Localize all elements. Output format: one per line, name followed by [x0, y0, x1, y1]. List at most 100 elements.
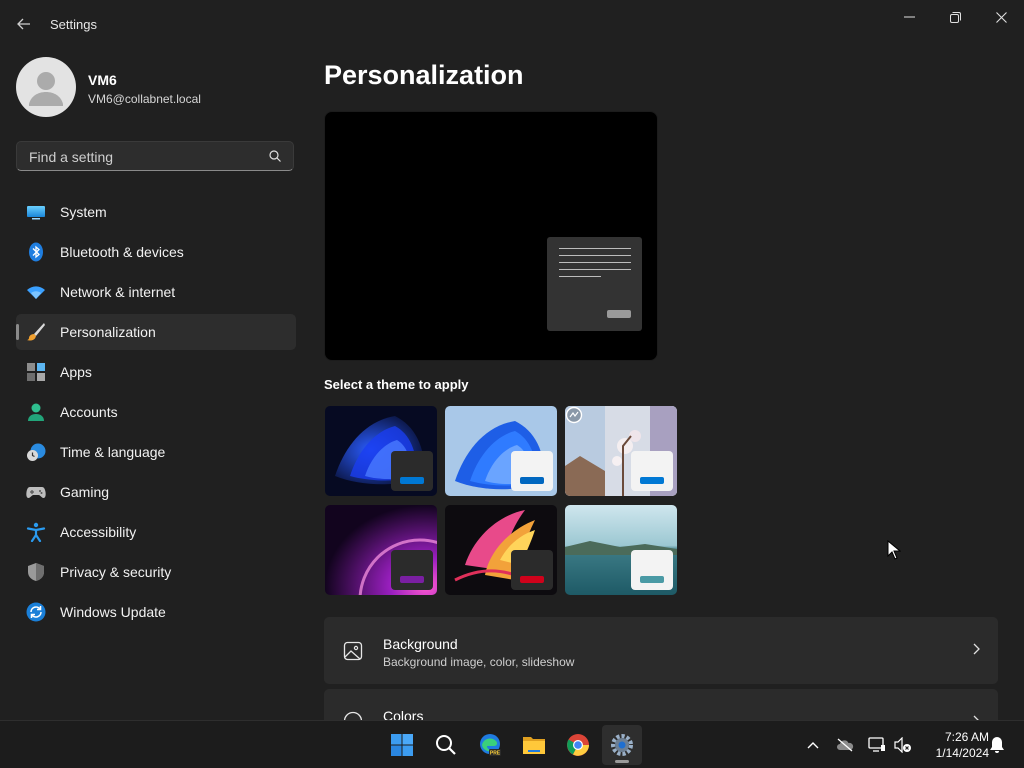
theme-spotlight[interactable]: [565, 406, 677, 496]
sidebar-item-label: Network & internet: [60, 284, 176, 300]
system-icon: [27, 206, 45, 220]
chevron-right-icon: [973, 643, 980, 655]
close-button[interactable]: [978, 4, 1024, 30]
volume-muted-icon: [894, 737, 911, 753]
volume-tray-button[interactable]: [893, 735, 913, 755]
search-icon: [269, 150, 281, 162]
sidebar-item-gaming[interactable]: Gaming: [16, 474, 296, 510]
user-email: VM6@collabnet.local: [88, 92, 201, 106]
taskbar-clock[interactable]: 7:26 AM 1/14/2024: [917, 729, 989, 761]
show-hidden-icons-button[interactable]: [803, 735, 823, 755]
close-icon: [995, 11, 1007, 23]
search-icon: [436, 735, 456, 755]
chrome-button[interactable]: [558, 725, 598, 765]
restore-button[interactable]: [932, 4, 978, 30]
onedrive-offline-icon: [837, 738, 854, 752]
preview-line: [559, 248, 631, 249]
sidebar-item-label: Gaming: [60, 484, 110, 500]
sidebar-item-network[interactable]: Network & internet: [16, 274, 296, 310]
sidebar-item-label: Time & language: [60, 444, 166, 460]
sidebar-item-accessibility[interactable]: Accessibility: [16, 514, 296, 550]
sidebar-item-label: System: [60, 204, 107, 220]
accent-swatch: [400, 477, 424, 484]
bluetooth-icon: [29, 242, 43, 262]
settings-taskbar-button[interactable]: [602, 725, 642, 765]
sidebar-item-privacy-security[interactable]: Privacy & security: [16, 554, 296, 590]
sidebar-item-label: Accounts: [60, 404, 118, 420]
accent-swatch: [640, 477, 664, 484]
minimize-icon: [903, 16, 915, 18]
sidebar-item-label: Personalization: [60, 324, 156, 340]
image-icon: [343, 641, 363, 661]
taskbar-search-button[interactable]: [426, 725, 466, 765]
taskbar: PRE 7:26 AM 1/14/2024: [0, 720, 1024, 768]
theme-grid: [325, 406, 681, 596]
accounts-icon: [28, 403, 44, 421]
restore-icon: [949, 11, 961, 23]
sidebar-item-bluetooth[interactable]: Bluetooth & devices: [16, 234, 296, 270]
sidebar-item-label: Bluetooth & devices: [60, 244, 184, 260]
theme-captured-motion[interactable]: [445, 505, 557, 595]
sidebar-item-accounts[interactable]: Accounts: [16, 394, 296, 430]
theme-glow[interactable]: [325, 505, 437, 595]
user-name: VM6: [88, 72, 117, 88]
window-title: Settings: [50, 17, 97, 32]
sidebar-item-label: Accessibility: [60, 524, 137, 540]
preview-line: [559, 255, 631, 256]
title-bar: Settings: [0, 0, 1024, 48]
theme-flow[interactable]: [565, 505, 677, 595]
back-button[interactable]: [14, 14, 34, 34]
theme-windows-dark[interactable]: [325, 406, 437, 496]
chrome-icon: [567, 734, 589, 756]
search-box[interactable]: [16, 141, 294, 172]
onedrive-tray-button[interactable]: [835, 735, 855, 755]
theme-preview: [324, 111, 658, 361]
minimize-button[interactable]: [886, 4, 932, 30]
sidebar-item-apps[interactable]: Apps: [16, 354, 296, 390]
card-subtitle: Background image, color, slideshow: [383, 655, 575, 669]
chevron-up-icon: [807, 742, 819, 749]
sidebar-item-personalization[interactable]: Personalization: [16, 314, 296, 350]
sidebar-item-windows-update[interactable]: Windows Update: [16, 594, 296, 630]
paintbrush-icon: [27, 323, 45, 341]
start-button[interactable]: [382, 725, 422, 765]
sidebar-item-time-language[interactable]: Time & language: [16, 434, 296, 470]
clock-globe-icon: [27, 443, 46, 461]
accent-swatch: [520, 576, 544, 583]
clock-date: 1/14/2024: [935, 746, 989, 760]
theme-window-swatch: [391, 451, 433, 491]
clock-time: 7:26 AM: [944, 730, 989, 744]
theme-window-swatch: [631, 451, 673, 491]
windows-update-icon: [26, 602, 46, 622]
preview-line: [559, 262, 631, 263]
notifications-button[interactable]: [987, 735, 1007, 755]
colors-setting-card[interactable]: Colors: [324, 689, 998, 731]
accent-swatch: [640, 576, 664, 583]
start-icon: [391, 734, 413, 756]
active-app-indicator: [615, 760, 629, 763]
accessibility-icon: [26, 522, 46, 542]
preview-window: [547, 237, 642, 331]
theme-section-label: Select a theme to apply: [324, 377, 469, 392]
theme-windows-light[interactable]: [445, 406, 557, 496]
edge-beta-button[interactable]: PRE: [470, 725, 510, 765]
background-setting-card[interactable]: Background Background image, color, slid…: [324, 617, 998, 684]
shield-icon: [28, 563, 44, 581]
accent-swatch: [520, 477, 544, 484]
file-explorer-button[interactable]: [514, 725, 554, 765]
slideshow-icon: [565, 406, 583, 424]
wifi-icon: [27, 286, 45, 299]
mouse-cursor-icon: [887, 540, 901, 560]
search-input[interactable]: [27, 142, 271, 172]
preview-line: [559, 269, 631, 270]
sidebar-item-label: Windows Update: [60, 604, 166, 620]
avatar-person-icon: [29, 72, 63, 106]
file-explorer-icon: [523, 737, 545, 754]
preview-line: [559, 276, 601, 277]
sidebar-nav: System Bluetooth & devices Network & int…: [16, 194, 296, 634]
theme-window-swatch: [391, 550, 433, 590]
sidebar-item-system[interactable]: System: [16, 194, 296, 230]
edge-beta-icon: PRE: [480, 734, 501, 757]
avatar: [16, 57, 76, 117]
network-tray-button[interactable]: [867, 735, 887, 755]
